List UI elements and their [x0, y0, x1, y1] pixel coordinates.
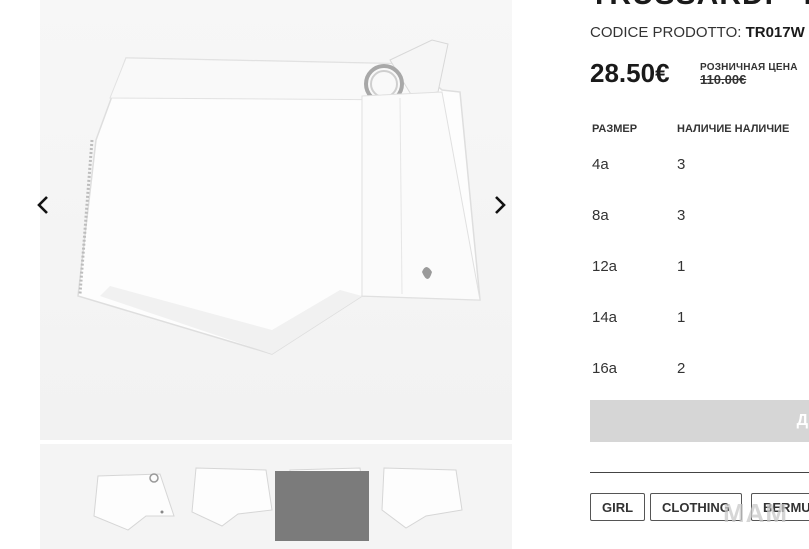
size-value: 14a: [592, 309, 618, 326]
stock-quantity: 3: [677, 156, 686, 173]
stock-quantity: 1: [677, 258, 686, 275]
product-gallery: [0, 0, 540, 549]
size-row[interactable]: 14a 1: [592, 294, 809, 345]
tag-girl[interactable]: GIRL: [590, 493, 646, 521]
product-code-value: TR017W: [745, 24, 805, 41]
product-title: TRUSSARDI - B: [590, 0, 809, 12]
gallery-prev-button[interactable]: [34, 195, 62, 223]
stock-quantity: 2: [677, 360, 686, 377]
chevron-left-icon: [37, 196, 48, 214]
size-value: 4a: [592, 156, 609, 173]
thumbnail-4[interactable]: [376, 454, 466, 534]
chevron-right-icon: [495, 196, 506, 214]
size-row[interactable]: 4a 3: [592, 141, 809, 192]
skort-illustration: [77, 39, 481, 355]
product-code-label: CODICE PRODOTTO:: [590, 24, 742, 41]
header-size: РАЗМЕР: [592, 123, 638, 135]
divider: [590, 472, 809, 473]
product-details: TRUSSARDI - B CODICE PRODOTTO: TR017W 28…: [590, 0, 809, 549]
main-product-image: [37, 0, 512, 440]
product-code: CODICE PRODOTTO: TR017W: [590, 24, 805, 41]
size-value: 12a: [592, 258, 618, 275]
gallery-next-button[interactable]: [489, 195, 517, 223]
sale-price: 28.50€: [590, 58, 670, 88]
size-row[interactable]: 16a 2: [592, 345, 809, 396]
size-value: 8a: [592, 207, 609, 224]
thumbnail-1[interactable]: [90, 454, 180, 534]
size-table-header: РАЗМЕР НАЛИЧИЕ НАЛИЧИЕ: [592, 123, 809, 141]
retail-price-value: 110.00€: [700, 72, 747, 87]
add-to-cart-button[interactable]: Д: [590, 400, 809, 442]
stock-quantity: 1: [677, 309, 686, 326]
site-watermark-logo: МАМ: [723, 498, 789, 528]
size-value: 16a: [592, 360, 618, 377]
header-availability: НАЛИЧИЕ НАЛИЧИЕ: [677, 123, 790, 135]
thumbnail-2[interactable]: [186, 454, 276, 534]
thumbnail-image: [93, 473, 175, 531]
thumbnail-image: [191, 467, 273, 527]
stock-quantity: 3: [677, 207, 686, 224]
size-row[interactable]: 12a 1: [592, 243, 809, 294]
thumbnail-strip: [40, 444, 512, 549]
size-availability-table: РАЗМЕР НАЛИЧИЕ НАЛИЧИЕ 4a 3 8a 3 12a 1 1…: [592, 123, 809, 396]
retail-price-block: РОЗНИЧНАЯ ЦЕНА 110.00€: [700, 62, 798, 87]
thumbnail-hover-overlay: [275, 471, 369, 541]
thumbnail-image: [381, 467, 463, 529]
size-row[interactable]: 8a 3: [592, 192, 809, 243]
